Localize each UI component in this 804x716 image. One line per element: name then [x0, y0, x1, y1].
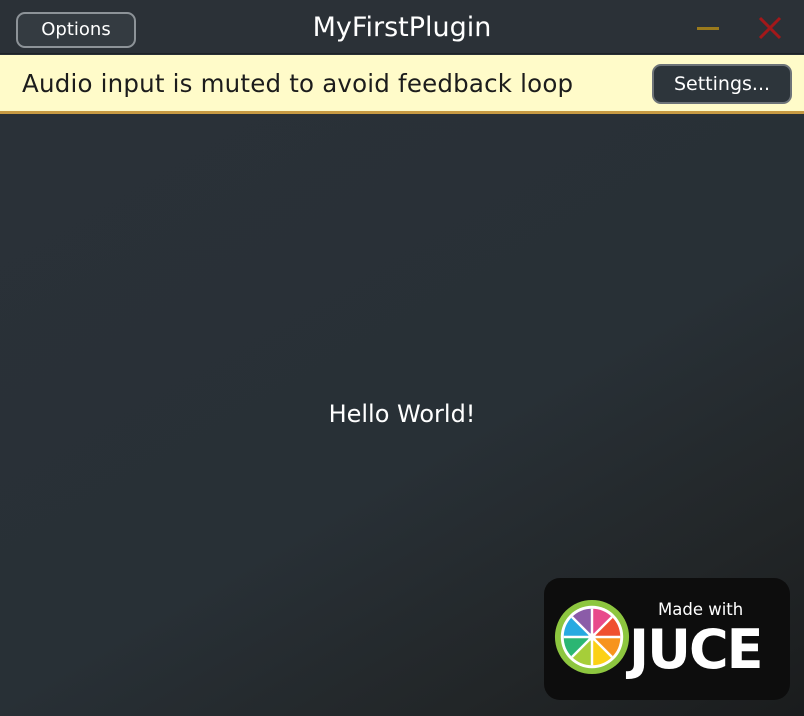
juce-wordmark: JUCE	[629, 618, 763, 681]
banner-message: Audio input is muted to avoid feedback l…	[22, 69, 574, 98]
notification-banner: Audio input is muted to avoid feedback l…	[0, 55, 804, 114]
editor-content: Hello World! Made with JUCE	[0, 117, 804, 716]
close-button[interactable]	[754, 12, 786, 44]
minimize-icon	[697, 27, 719, 30]
juce-logo-icon	[554, 599, 630, 675]
options-button[interactable]: Options	[16, 12, 136, 48]
juce-badge: Made with JUCE	[544, 578, 790, 700]
minimize-button[interactable]	[693, 12, 723, 44]
settings-button[interactable]: Settings...	[652, 64, 792, 104]
close-icon	[758, 16, 782, 40]
made-with-label: Made with	[658, 600, 744, 619]
plugin-window: Options MyFirstPlugin Audio input is mut…	[0, 0, 804, 716]
title-bar: Options MyFirstPlugin	[0, 0, 804, 54]
hello-text: Hello World!	[328, 400, 476, 428]
